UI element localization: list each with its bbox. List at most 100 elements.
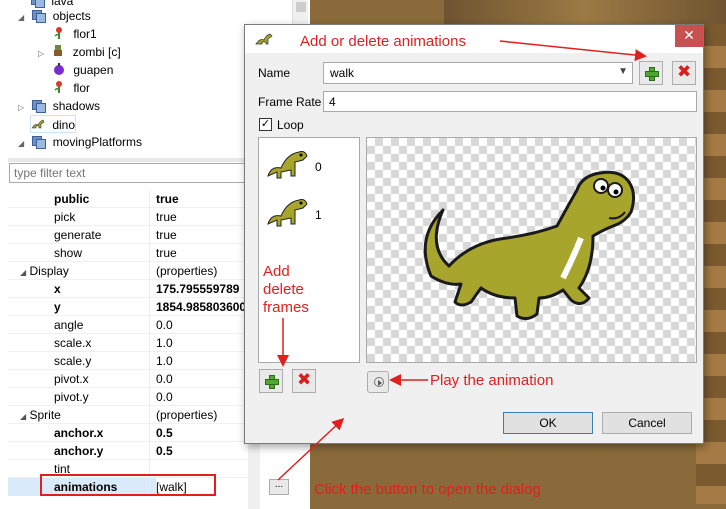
- property-value[interactable]: true: [156, 244, 248, 262]
- property-row[interactable]: pick true: [8, 208, 248, 226]
- chevron-down-icon: ▼: [618, 66, 628, 77]
- property-name: scale.y: [8, 352, 150, 370]
- property-value[interactable]: 1.0: [156, 352, 248, 370]
- delete-x-icon: ✖: [677, 62, 692, 81]
- close-button[interactable]: ✕: [675, 25, 703, 47]
- folder-icon: [30, 0, 45, 8]
- folder-icon: [31, 134, 47, 149]
- property-name: anchor.x: [8, 424, 150, 442]
- property-value[interactable]: 175.795559789: [156, 280, 248, 298]
- property-value: (properties): [156, 264, 218, 278]
- frame-rate-input[interactable]: 4: [323, 91, 697, 112]
- dino-icon: [31, 119, 45, 129]
- add-frame-button[interactable]: [259, 369, 283, 393]
- annotation-add-delete-animations: Add or delete animations: [300, 33, 466, 50]
- open-animations-dialog-button[interactable]: ...: [269, 479, 289, 495]
- tree-item-label: zombi [c]: [72, 45, 121, 59]
- property-value[interactable]: true: [156, 226, 248, 244]
- plus-icon: [645, 67, 659, 81]
- property-filter-input[interactable]: [9, 163, 249, 183]
- cancel-button[interactable]: Cancel: [602, 412, 692, 434]
- tree-item-objects[interactable]: ◢ objects: [18, 7, 91, 25]
- property-name: pivot.y: [8, 388, 150, 406]
- play-animation-button[interactable]: [367, 371, 389, 393]
- tree-item-shadows[interactable]: ▷ shadows: [18, 97, 100, 115]
- collapse-arrow-icon[interactable]: ◢: [18, 135, 28, 153]
- play-icon: [374, 377, 384, 387]
- tree-item-flor1[interactable]: flor1: [52, 25, 97, 43]
- property-name: x: [8, 280, 150, 298]
- property-row[interactable]: anchor.y 0.5: [8, 442, 248, 460]
- tree-item-label: objects: [52, 9, 91, 23]
- property-category-display[interactable]: ◢ Display (properties): [8, 262, 248, 280]
- tree-item-guapen[interactable]: guapen: [52, 61, 113, 79]
- frame-index: 1: [315, 208, 322, 222]
- property-category-sprite[interactable]: ◢ Sprite (properties): [8, 406, 248, 424]
- tree-item-zombi[interactable]: ▷ zombi [c]: [38, 43, 121, 61]
- property-name: public: [8, 190, 150, 208]
- flower-icon: [54, 27, 62, 39]
- expand-arrow-icon[interactable]: ▷: [38, 45, 48, 63]
- dino-icon: [255, 33, 273, 45]
- property-value[interactable]: 0.5: [156, 424, 248, 442]
- property-row[interactable]: scale.y 1.0: [8, 352, 248, 370]
- scrollbar-thumb[interactable]: [296, 2, 306, 12]
- property-row[interactable]: x 175.795559789: [8, 280, 248, 298]
- delete-animation-button[interactable]: ✖: [672, 61, 696, 85]
- frame-item[interactable]: 0: [265, 146, 357, 186]
- dino-sprite-preview: [423, 170, 636, 321]
- property-value[interactable]: 1.0: [156, 334, 248, 352]
- property-value[interactable]: 0.5: [156, 442, 248, 460]
- property-name: pick: [8, 208, 150, 226]
- property-row[interactable]: anchor.x 0.5: [8, 424, 248, 442]
- property-row[interactable]: public true: [8, 190, 248, 208]
- tree-item-label: dino: [52, 118, 76, 132]
- property-name: anchor.y: [8, 442, 150, 460]
- tree-item-flor[interactable]: flor: [52, 79, 90, 97]
- annotation-add-frames-line1: Add: [263, 263, 290, 280]
- property-row[interactable]: angle 0.0: [8, 316, 248, 334]
- property-value[interactable]: 0.0: [156, 370, 248, 388]
- collapse-arrow-icon[interactable]: ◢: [20, 412, 26, 421]
- animation-name-select[interactable]: walk ▼: [323, 62, 633, 84]
- loop-checkbox[interactable]: ✓: [259, 118, 272, 131]
- loop-label: Loop: [277, 118, 304, 132]
- property-name: angle: [8, 316, 150, 334]
- property-name: show: [8, 244, 150, 262]
- property-row[interactable]: scale.x 1.0: [8, 334, 248, 352]
- delete-frame-button[interactable]: ✖: [292, 369, 316, 393]
- property-value[interactable]: 0.0: [156, 388, 248, 406]
- purple-ball-icon: [54, 63, 64, 75]
- property-row[interactable]: show true: [8, 244, 248, 262]
- property-value[interactable]: true: [156, 190, 248, 208]
- animation-preview: [366, 137, 697, 363]
- animations-row-highlight: [40, 474, 216, 496]
- expand-arrow-icon[interactable]: ▷: [18, 99, 28, 117]
- game-canvas-top-strip: [444, 0, 726, 24]
- tree-item-label: movingPlatforms: [52, 135, 143, 149]
- collapse-arrow-icon[interactable]: ◢: [18, 9, 28, 27]
- frames-list[interactable]: 0 1: [258, 137, 360, 363]
- property-value[interactable]: 1854.985803600: [156, 298, 248, 316]
- add-animation-button[interactable]: [639, 61, 663, 85]
- frame-item[interactable]: 1: [265, 194, 357, 234]
- ok-button[interactable]: OK: [503, 412, 593, 434]
- annotation-add-frames-line3: frames: [263, 299, 309, 316]
- property-row[interactable]: y 1854.985803600: [8, 298, 248, 316]
- property-row[interactable]: generate true: [8, 226, 248, 244]
- property-value[interactable]: 0.0: [156, 316, 248, 334]
- property-value[interactable]: true: [156, 208, 248, 226]
- category-header: ◢ Display: [8, 262, 150, 280]
- property-name: generate: [8, 226, 150, 244]
- annotation-open-dialog: Click the button to open the dialog: [314, 481, 541, 498]
- tree-item-label: flor1: [73, 27, 97, 41]
- property-name: y: [8, 298, 150, 316]
- zombie-icon: [54, 45, 63, 56]
- property-row[interactable]: pivot.y 0.0: [8, 388, 248, 406]
- tree-item-dino[interactable]: dino: [30, 115, 77, 133]
- collapse-arrow-icon[interactable]: ◢: [20, 268, 26, 277]
- tree-item-movingplatforms[interactable]: ◢ movingPlatforms: [18, 133, 142, 151]
- tree-item-label: guapen: [73, 63, 114, 77]
- property-row[interactable]: pivot.x 0.0: [8, 370, 248, 388]
- property-name: pivot.x: [8, 370, 150, 388]
